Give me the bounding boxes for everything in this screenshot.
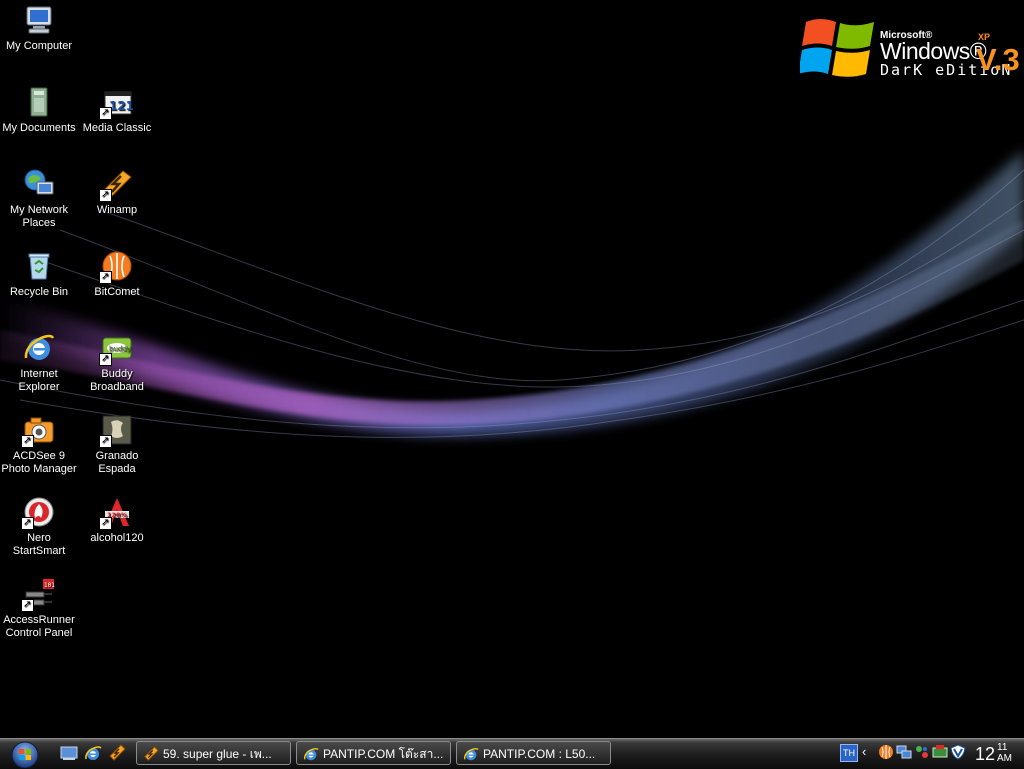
desktop-icon-label: AccessRunner Control Panel [3, 614, 75, 639]
logo-version-text: V.3 [976, 42, 1020, 77]
desktop-icon-internet-explorer[interactable]: Internet Explorer [0, 332, 78, 394]
desktop-icon-accessrunner[interactable]: 101 AccessRunner Control Panel [0, 578, 78, 640]
desktop-icon-my-computer[interactable]: My Computer [0, 4, 78, 53]
task-button-winamp[interactable]: 59. super glue - เพ... [136, 741, 291, 765]
desktop-icon-label: Winamp [96, 204, 138, 216]
language-indicator[interactable]: TH [840, 744, 858, 762]
windows-flag-icon [800, 19, 874, 77]
desktop-icon-my-network-places[interactable]: My Network Places [0, 168, 78, 230]
network-icon[interactable] [896, 744, 912, 760]
logo-xp-text: XP [978, 32, 991, 42]
internet-explorer-icon [24, 334, 55, 360]
winamp-icon [144, 746, 159, 761]
my-network-places-icon [24, 169, 54, 195]
internet-explorer-icon [463, 747, 479, 761]
start-button[interactable] [6, 740, 44, 768]
desktop-icon-my-documents[interactable]: My Documents [0, 86, 78, 135]
desktop-icon-recycle-bin[interactable]: Recycle Bin [0, 250, 78, 299]
desktop-icon-granado-espada[interactable]: Granado Espada [78, 414, 156, 476]
desktop-icon-label: My Computer [5, 40, 73, 52]
network-status-icon[interactable] [914, 744, 930, 760]
desktop-icon-buddy-broadband[interactable]: buddy Buddy Broadband [78, 332, 156, 394]
task-button-pantip-2[interactable]: PANTIP.COM : L50... [456, 741, 611, 765]
task-button-pantip-1[interactable]: PANTIP.COM โต๊ะสา... [296, 741, 451, 765]
show-desktop-icon[interactable] [60, 744, 78, 762]
desktop-icon-label: My Network Places [9, 204, 69, 229]
clock-ampm: AM [997, 753, 1012, 764]
bitcomet-icon[interactable] [878, 744, 894, 760]
desktop-icon-label: Media Classic [82, 122, 152, 134]
desktop-icon-label: Recycle Bin [9, 286, 69, 298]
desktop-icon-label: Nero StartSmart [12, 532, 66, 557]
my-documents-icon [30, 87, 48, 117]
task-button-label: PANTIP.COM โต๊ะสา... [323, 747, 444, 761]
desktop-icon-label: Buddy Broadband [90, 368, 144, 393]
desktop-icon-nero[interactable]: Nero StartSmart [0, 496, 78, 558]
desktop-icon-label: Granado Espada [95, 450, 139, 475]
svg-text:121: 121 [109, 99, 133, 113]
desktop-icon-acdsee[interactable]: ACDSee 9 Photo Manager [0, 414, 78, 476]
svg-text:101: 101 [44, 582, 55, 589]
desktop-icon-winamp[interactable]: Winamp [78, 168, 156, 217]
desktop-icon-bitcomet[interactable]: BitComet [78, 250, 156, 299]
internet-explorer-icon [303, 747, 319, 761]
clock-minute: 11 [997, 742, 1008, 753]
recycle-bin-icon [28, 253, 50, 280]
desktop-icon-label: My Documents [2, 122, 76, 134]
chevron-left-icon[interactable]: ‹ [862, 744, 866, 759]
task-button-label: 59. super glue - เพ... [163, 747, 272, 761]
svg-text:buddy: buddy [109, 345, 131, 353]
winamp-icon[interactable] [108, 744, 126, 762]
task-button-label: PANTIP.COM : L50... [483, 747, 596, 761]
desktop-icon-label: Internet Explorer [18, 368, 60, 393]
clock-hour: 12 [975, 744, 996, 764]
antivirus-icon[interactable] [950, 744, 966, 760]
security-icon[interactable] [932, 744, 948, 760]
desktop-icon-label: ACDSee 9 Photo Manager [1, 450, 77, 475]
desktop-icon-label: alcohol120 [90, 532, 144, 544]
desktop-icon-alcohol120[interactable]: 120% alcohol120 [78, 496, 156, 545]
windows-dark-edition-logo: Microsoft® Windows® XP DarK eDitioN V.3 [800, 10, 1020, 90]
desktop-icon-label: BitComet [94, 286, 140, 298]
desktop-icon-media-classic[interactable]: 121 Media Classic [78, 86, 156, 135]
my-computer-icon [26, 6, 52, 34]
internet-explorer-icon[interactable] [84, 744, 102, 762]
